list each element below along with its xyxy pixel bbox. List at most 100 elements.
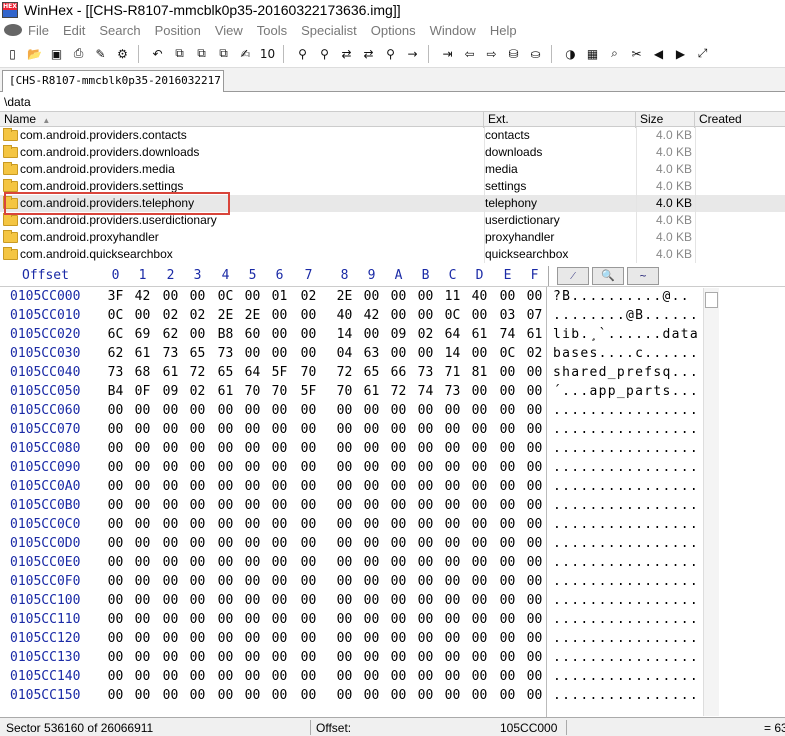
hex-byte[interactable]: 00: [412, 441, 439, 456]
file-row[interactable]: com.android.proxyhandler proxyhandler 4.0 …: [0, 229, 785, 246]
hex-byte[interactable]: 00: [494, 384, 521, 399]
hex-byte[interactable]: 00: [295, 498, 322, 513]
hex-byte[interactable]: 64: [239, 365, 266, 380]
hex-byte[interactable]: 00: [521, 593, 548, 608]
hex-byte[interactable]: 00: [385, 403, 412, 418]
ascii-text[interactable]: ................: [553, 479, 699, 494]
hex-byte[interactable]: 70: [295, 365, 322, 380]
hex-byte[interactable]: 6C: [102, 327, 129, 342]
hex-byte[interactable]: 0F: [129, 384, 156, 399]
hex-byte[interactable]: 00: [266, 669, 293, 684]
search-view-icon[interactable]: 🔍: [592, 267, 624, 285]
hex-byte[interactable]: 00: [466, 593, 493, 608]
hex-byte[interactable]: 00: [521, 403, 548, 418]
hex-byte[interactable]: 00: [494, 631, 521, 646]
disk-icon[interactable]: ◑: [561, 44, 580, 63]
hex-byte[interactable]: 00: [412, 460, 439, 475]
hex-byte[interactable]: 00: [239, 536, 266, 551]
hex-byte[interactable]: 00: [358, 555, 385, 570]
hex-byte[interactable]: 00: [157, 517, 184, 532]
hex-byte[interactable]: 00: [358, 536, 385, 551]
hex-byte[interactable]: 00: [266, 593, 293, 608]
edit-mode-icon[interactable]: ⁄: [557, 267, 589, 285]
hex-byte[interactable]: 00: [521, 460, 548, 475]
hex-byte[interactable]: 00: [331, 498, 358, 513]
hex-byte[interactable]: 00: [494, 593, 521, 608]
hex-byte[interactable]: 00: [295, 422, 322, 437]
hex-byte[interactable]: 00: [331, 631, 358, 646]
hex-byte[interactable]: 00: [239, 574, 266, 589]
hex-byte[interactable]: 00: [212, 574, 239, 589]
hex-byte[interactable]: 69: [129, 327, 156, 342]
offset-label[interactable]: Offset: [22, 268, 69, 283]
hex-byte[interactable]: 42: [129, 289, 156, 304]
hex-byte[interactable]: 00: [385, 536, 412, 551]
hex-byte[interactable]: 61: [358, 384, 385, 399]
hex-byte[interactable]: 00: [466, 555, 493, 570]
hex-byte[interactable]: 00: [466, 422, 493, 437]
hex-byte[interactable]: 00: [102, 479, 129, 494]
hex-byte[interactable]: 00: [129, 593, 156, 608]
hex-byte[interactable]: 01: [266, 289, 293, 304]
hex-byte[interactable]: 00: [295, 403, 322, 418]
hex-byte[interactable]: 00: [331, 593, 358, 608]
menu-help[interactable]: Help: [490, 23, 517, 38]
hex-byte[interactable]: 61: [521, 327, 548, 342]
hex-byte[interactable]: 00: [295, 460, 322, 475]
hex-byte[interactable]: 65: [184, 346, 211, 361]
hex-byte[interactable]: 66: [385, 365, 412, 380]
hex-byte[interactable]: 00: [266, 612, 293, 627]
find-hex-icon[interactable]: ⚲: [315, 44, 334, 63]
column-name[interactable]: Name ▲: [0, 112, 484, 128]
hex-byte[interactable]: 00: [385, 574, 412, 589]
hex-byte[interactable]: 00: [129, 650, 156, 665]
hex-byte[interactable]: 00: [184, 574, 211, 589]
hex-byte[interactable]: 61: [212, 384, 239, 399]
hex-byte[interactable]: 73: [439, 384, 466, 399]
hex-byte[interactable]: 0C: [494, 346, 521, 361]
hex-byte[interactable]: 00: [129, 498, 156, 513]
ascii-text[interactable]: ................: [553, 460, 699, 475]
hex-byte[interactable]: 07: [521, 308, 548, 323]
hex-byte[interactable]: 00: [184, 327, 211, 342]
hex-byte[interactable]: 00: [412, 688, 439, 703]
hex-byte[interactable]: 00: [466, 498, 493, 513]
hex-byte[interactable]: 00: [239, 650, 266, 665]
calculator-icon[interactable]: ▦: [583, 44, 602, 63]
hex-byte[interactable]: 00: [157, 422, 184, 437]
hex-byte[interactable]: 00: [521, 498, 548, 513]
hex-byte[interactable]: 00: [184, 517, 211, 532]
hex-byte[interactable]: 00: [129, 460, 156, 475]
hex-byte[interactable]: 73: [102, 365, 129, 380]
replace-icon[interactable]: ⇄: [337, 44, 356, 63]
hex-byte[interactable]: 00: [494, 479, 521, 494]
hex-byte[interactable]: 00: [439, 688, 466, 703]
hex-byte[interactable]: 00: [439, 536, 466, 551]
find-icon[interactable]: ⚲: [293, 44, 312, 63]
back-icon[interactable]: ⇦: [460, 44, 479, 63]
hex-byte[interactable]: 00: [385, 612, 412, 627]
hex-byte[interactable]: 03: [494, 308, 521, 323]
ascii-text[interactable]: ................: [553, 441, 699, 456]
hex-byte[interactable]: 60: [239, 327, 266, 342]
hex-byte[interactable]: 00: [295, 688, 322, 703]
hex-byte[interactable]: 00: [494, 498, 521, 513]
hex-byte[interactable]: 00: [239, 441, 266, 456]
hex-byte[interactable]: 00: [266, 536, 293, 551]
cut-icon[interactable]: ⧉: [192, 44, 211, 63]
hex-byte[interactable]: 72: [184, 365, 211, 380]
hex-byte[interactable]: 00: [466, 669, 493, 684]
column-created[interactable]: Created: [695, 112, 785, 128]
hex-byte[interactable]: 00: [412, 574, 439, 589]
hex-byte[interactable]: 74: [412, 384, 439, 399]
hex-byte[interactable]: 00: [295, 327, 322, 342]
hex-byte[interactable]: 00: [412, 650, 439, 665]
hex-byte[interactable]: 00: [439, 593, 466, 608]
column-ext[interactable]: Ext.: [484, 112, 636, 128]
hex-byte[interactable]: 00: [358, 479, 385, 494]
system-menu-icon[interactable]: [4, 24, 22, 36]
hex-byte[interactable]: 00: [295, 517, 322, 532]
hex-byte[interactable]: 00: [494, 688, 521, 703]
hex-byte[interactable]: 00: [466, 403, 493, 418]
hex-byte[interactable]: 00: [295, 574, 322, 589]
